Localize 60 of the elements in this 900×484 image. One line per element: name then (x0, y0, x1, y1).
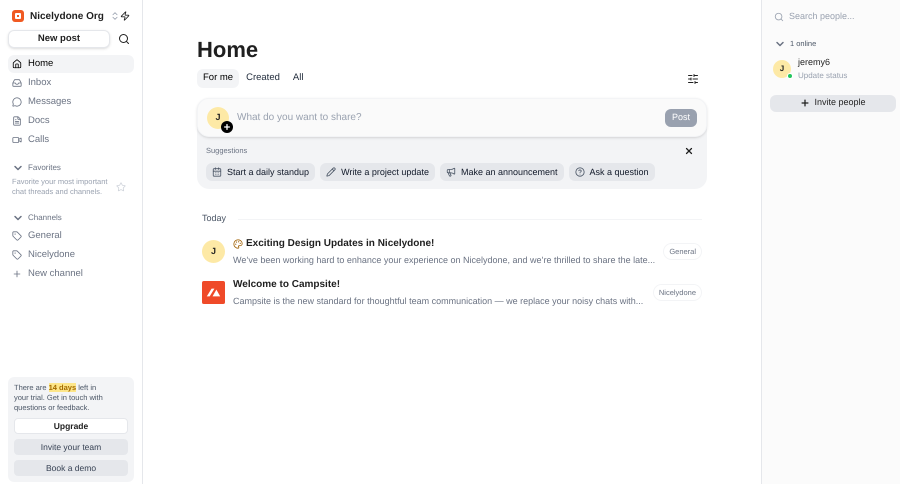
nav-item[interactable]: Calls (8, 131, 134, 149)
plus-icon (12, 269, 22, 279)
suggestion-chip[interactable]: Start a daily standup (206, 163, 316, 182)
palette-icon (233, 238, 243, 248)
channel-icon (12, 231, 22, 241)
author-avatar: J (202, 240, 225, 264)
tab[interactable]: For me (197, 69, 240, 88)
nav-icon (12, 116, 22, 126)
switch-icon[interactable] (110, 11, 120, 21)
search-icon[interactable] (118, 33, 130, 45)
page-title: Home (197, 36, 260, 64)
nav-icon (12, 59, 22, 69)
nav-item[interactable]: Messages (8, 93, 134, 111)
channel-item[interactable]: Nicelydone (8, 246, 134, 264)
add-icon[interactable] (221, 120, 233, 132)
user-item[interactable]: J jeremy6 Update status (770, 56, 896, 82)
trial-button[interactable]: Book a demo (14, 460, 128, 476)
nav-item[interactable]: Inbox (8, 74, 134, 92)
user-status: Update status (798, 70, 848, 82)
invite-people-button[interactable]: Invite people (770, 94, 896, 112)
nav-item[interactable]: Home (8, 55, 134, 73)
post-preview: We’ve been working hard to enhance your experience on Nicelydone, and we’re thrilled to share the late... (233, 254, 656, 267)
plus-icon (800, 98, 810, 108)
suggestion-chip[interactable]: Ask a question (568, 163, 655, 182)
suggestion-icon (326, 167, 336, 178)
post-title: Welcome to Campsite! (233, 278, 340, 292)
nav-item[interactable]: Docs (8, 112, 134, 130)
logo-icon (12, 10, 24, 22)
section-title: Channels (28, 212, 62, 224)
section-title: Favorites (28, 162, 61, 174)
suggestion-icon (574, 167, 585, 178)
search-icon (774, 12, 784, 22)
suggestion-icon (446, 167, 456, 178)
filter-icon[interactable] (687, 72, 699, 84)
trial-button[interactable]: Invite your team (14, 439, 128, 455)
trial-button[interactable]: Upgrade (14, 418, 128, 434)
close-icon[interactable] (684, 146, 694, 156)
section-heading: Today (202, 212, 226, 226)
star-icon[interactable] (116, 182, 126, 192)
nav-icon (12, 78, 22, 88)
user-name: jeremy6 (798, 56, 832, 69)
user-avatar: J (207, 106, 229, 128)
post-preview: Campsite is the new standard for thoughtful team communication — we replace your noisy chats with... (233, 295, 644, 308)
app-logo-icon (202, 281, 225, 304)
suggestion-chip[interactable]: Make an announcement (440, 163, 564, 182)
people-search-field[interactable]: Search people... (789, 10, 889, 24)
channel-item[interactable]: General (8, 227, 134, 245)
nav-icon (12, 135, 22, 145)
user-avatar: J (773, 60, 791, 78)
nav-icon (12, 97, 22, 107)
suggestion-chip[interactable]: Write a project update (320, 163, 435, 182)
lightning-icon[interactable] (120, 10, 130, 22)
channel-icon (12, 250, 22, 260)
org-name[interactable]: Nicelydone Org (30, 8, 104, 24)
post-title: Exciting Design Updates in Nicelydone! (246, 237, 434, 251)
new-channel-item[interactable]: New channel (8, 265, 134, 283)
suggestion-icon (212, 167, 222, 178)
new-post-button[interactable]: New post (8, 30, 110, 48)
tab[interactable]: All (286, 69, 310, 88)
tab[interactable]: Created (240, 69, 286, 88)
